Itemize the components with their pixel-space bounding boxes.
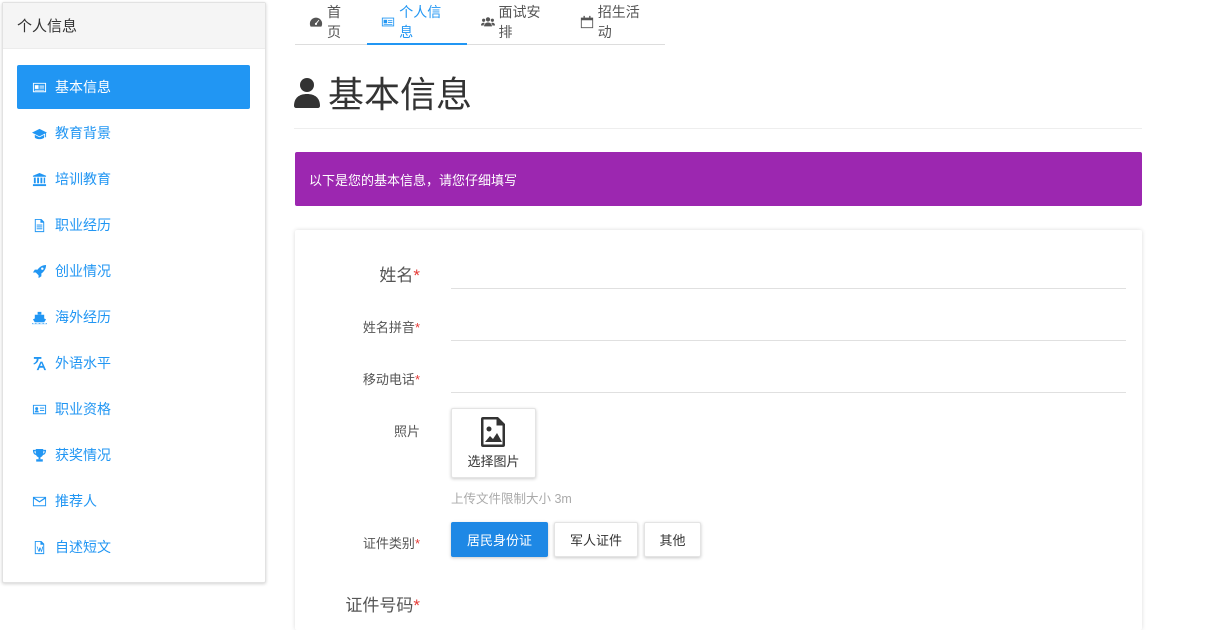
sidebar-item-label: 获奖情况 <box>55 447 111 463</box>
ship-icon <box>31 309 47 325</box>
sidebar: 个人信息 基本信息 教育背景 培训教育 职业经历 创业情况 海外经历 外语水平 … <box>2 2 266 583</box>
name-input[interactable] <box>451 258 1126 288</box>
sidebar-item-startup[interactable]: 创业情况 <box>17 249 250 293</box>
top-nav-tabs: 首页 个人信息 面试安排 招生活动 <box>295 0 665 45</box>
tab-label: 首页 <box>327 4 341 40</box>
page-title-text: 基本信息 <box>328 74 473 115</box>
tab-label: 招生活动 <box>597 4 640 40</box>
required-mark: * <box>414 320 420 335</box>
sidebar-item-label: 创业情况 <box>55 263 111 279</box>
user-icon <box>294 76 320 108</box>
sidebar-item-referee[interactable]: 推荐人 <box>17 479 250 523</box>
info-alert: 以下是您的基本信息，请您仔细填写 <box>295 152 1142 206</box>
sidebar-item-label: 海外经历 <box>55 309 111 325</box>
required-mark: * <box>414 536 420 551</box>
sidebar-item-training[interactable]: 培训教育 <box>17 157 250 201</box>
document-icon <box>31 217 47 233</box>
mobile-underline <box>451 392 1126 393</box>
sidebar-item-label: 职业资格 <box>55 401 111 417</box>
dashboard-icon <box>309 15 323 29</box>
alert-text: 以下是您的基本信息，请您仔细填写 <box>309 172 518 188</box>
rocket-icon <box>31 263 47 279</box>
graduation-cap-icon <box>31 125 47 141</box>
sidebar-item-label: 推荐人 <box>55 493 97 509</box>
id-number-label: 证件号码* <box>345 596 420 615</box>
id-type-label: 证件类别* <box>362 536 420 551</box>
sidebar-item-label: 职业经历 <box>55 217 111 233</box>
certificate-card-icon <box>31 401 47 417</box>
id-type-military-button[interactable]: 军人证件 <box>554 522 638 557</box>
envelope-icon <box>31 493 47 509</box>
photo-size-hint: 上传文件限制大小 3m <box>451 492 572 506</box>
sidebar-item-label: 外语水平 <box>55 355 111 371</box>
id-type-other-button[interactable]: 其他 <box>644 522 701 557</box>
tab-personal-info[interactable]: 个人信息 <box>367 0 467 45</box>
required-mark: * <box>413 266 420 285</box>
id-type-resident-id-button[interactable]: 居民身份证 <box>451 522 548 557</box>
pinyin-input[interactable] <box>451 310 1126 340</box>
sidebar-menu: 基本信息 教育背景 培训教育 职业经历 创业情况 海外经历 外语水平 职业资格 … <box>3 49 265 569</box>
mobile-label: 移动电话* <box>362 372 420 387</box>
tab-label: 个人信息 <box>399 4 442 40</box>
image-file-icon <box>480 416 505 447</box>
required-mark: * <box>414 372 420 387</box>
institution-icon <box>31 171 47 187</box>
trophy-icon <box>31 447 47 463</box>
tab-home[interactable]: 首页 <box>295 0 367 44</box>
sidebar-item-language[interactable]: 外语水平 <box>17 341 250 385</box>
name-underline <box>451 288 1126 289</box>
language-icon <box>31 355 47 371</box>
sidebar-item-career[interactable]: 职业经历 <box>17 203 250 247</box>
choose-photo-button[interactable]: 选择图片 <box>451 408 536 478</box>
sidebar-item-essay[interactable]: 自述短文 <box>17 525 250 569</box>
calendar-icon <box>580 15 594 29</box>
required-mark: * <box>413 596 420 615</box>
id-card-icon <box>381 15 395 29</box>
sidebar-item-education[interactable]: 教育背景 <box>17 111 250 155</box>
sidebar-item-awards[interactable]: 获奖情况 <box>17 433 250 477</box>
basic-info-form: 姓名* 姓名拼音* 移动电话* 照片 选择图片 上传文件限制大小 3m 证件类别… <box>295 230 1142 630</box>
sidebar-item-label: 基本信息 <box>55 79 111 95</box>
id-card-icon <box>31 79 47 95</box>
title-divider <box>294 128 1142 129</box>
pinyin-label: 姓名拼音* <box>362 320 420 335</box>
sidebar-item-label: 教育背景 <box>55 125 111 141</box>
sidebar-item-qualification[interactable]: 职业资格 <box>17 387 250 431</box>
sidebar-item-label: 自述短文 <box>55 539 111 555</box>
sidebar-item-overseas[interactable]: 海外经历 <box>17 295 250 339</box>
tab-interview[interactable]: 面试安排 <box>467 0 566 44</box>
name-label: 姓名* <box>379 266 420 285</box>
photo-label: 照片 <box>393 424 420 439</box>
users-icon <box>480 15 495 29</box>
mobile-input[interactable] <box>451 362 1126 392</box>
tab-events[interactable]: 招生活动 <box>566 0 665 44</box>
page-title: 基本信息 <box>294 66 472 118</box>
choose-photo-label: 选择图片 <box>467 453 520 469</box>
sidebar-item-basic-info[interactable]: 基本信息 <box>17 65 250 109</box>
sidebar-title: 个人信息 <box>3 3 265 49</box>
sidebar-item-label: 培训教育 <box>55 171 111 187</box>
pinyin-underline <box>451 340 1126 341</box>
tab-label: 面试安排 <box>498 4 541 40</box>
word-file-icon <box>31 539 47 555</box>
